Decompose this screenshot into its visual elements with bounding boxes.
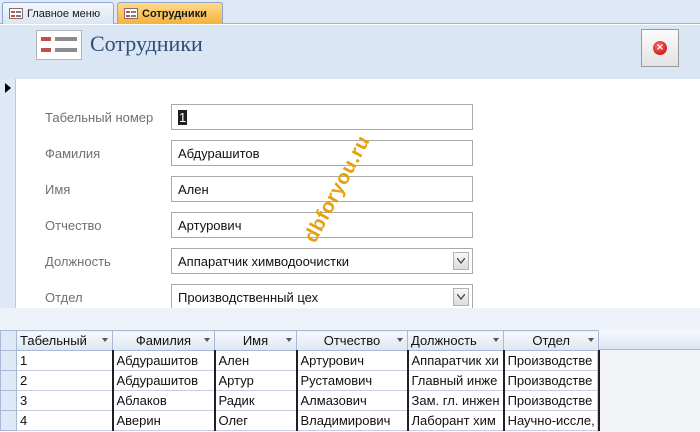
filter-arrow-icon[interactable] [102,338,108,342]
department-dropdown-button[interactable] [453,288,469,306]
table-cell[interactable]: Главный инже [406,370,505,391]
tab-employees[interactable]: Сотрудники [117,2,223,24]
filter-arrow-icon[interactable] [493,338,500,342]
table-row[interactable]: 2 Абдурашитов Артур Рустамович Главный и… [0,370,600,391]
position-label: Должность [45,254,111,269]
table-row[interactable]: 4 Аверин Олег Владимирович Лаборант хим … [0,410,600,431]
tab-label: Главное меню [27,7,101,20]
patronymic-label: Отчество [45,218,102,233]
table-row[interactable]: 3 Аблаков Радик Алмазович Зам. гл. инжен… [0,390,600,411]
table-cell[interactable]: Производстве [502,370,600,391]
close-form-button[interactable]: × [641,29,679,67]
datasheet-table: Табельный Фамилия Имя Отчество Должность… [0,330,600,431]
column-header[interactable]: Отдел [503,330,600,351]
row-selector[interactable] [0,350,17,371]
table-cell[interactable]: Производстве [502,350,600,371]
row-selector[interactable] [0,390,17,411]
table-cell[interactable]: Ален [214,350,297,371]
department-combo[interactable]: Производственный цех [171,284,473,310]
department-label: Отдел [45,290,83,305]
tab-number-label: Табельный номер [45,110,154,125]
table-cell[interactable]: Зам. гл. инжен [406,390,505,411]
datasheet-header-row: Табельный Фамилия Имя Отчество Должность… [0,330,600,351]
row-selector[interactable] [0,370,17,391]
column-header[interactable]: Отчество [296,330,408,351]
field-row-department: Отдел Производственный цех [16,284,700,310]
field-row-tab-number: Табельный номер 1 [16,104,700,130]
table-cell[interactable]: Радик [214,390,297,411]
form-detail: Табельный номер 1 Фамилия Абдурашитов Им… [16,79,700,310]
section-divider [0,308,700,330]
employees-datasheet: Табельный Фамилия Имя Отчество Должность… [0,330,700,432]
form-logo-icon [36,30,82,60]
table-cell[interactable]: Владимирович [295,410,409,431]
close-icon: × [653,41,667,55]
filter-arrow-icon[interactable] [397,338,403,342]
table-cell[interactable]: 3 [16,390,113,411]
row-selector[interactable] [0,410,17,431]
column-header[interactable]: Табельный [16,330,113,351]
document-tab-strip: Главное меню Сотрудники [0,0,700,24]
position-dropdown-button[interactable] [453,252,469,270]
filter-arrow-icon[interactable] [286,338,292,342]
table-cell[interactable]: Лаборант хим [406,410,505,431]
select-all-cell[interactable] [0,330,17,351]
table-cell[interactable]: Артур [214,370,297,391]
table-cell[interactable]: Производстве [502,390,600,411]
chevron-down-icon [457,258,465,264]
form-header: Сотрудники × [0,25,700,79]
form-icon [124,8,138,19]
table-cell[interactable]: 2 [16,370,113,391]
table-cell[interactable]: Абдурашитов [111,370,216,391]
page-title: Сотрудники [90,31,203,56]
current-record-arrow-icon [5,83,11,93]
table-row[interactable]: 1 Абдурашитов Ален Артурович Аппаратчик … [0,350,600,371]
column-header[interactable]: Должность [406,330,505,351]
table-cell[interactable]: 1 [16,350,113,371]
tab-number-field[interactable]: 1 [171,104,473,130]
form-icon [9,8,23,19]
table-cell[interactable]: Аверин [111,410,216,431]
table-cell[interactable]: Научно-иссле, [502,410,600,431]
table-cell[interactable]: Алмазович [295,390,409,411]
filter-arrow-icon[interactable] [204,338,210,342]
table-cell[interactable]: Олег [214,410,297,431]
position-combo[interactable]: Аппаратчик химводоочистки [171,248,473,274]
tab-label: Сотрудники [142,7,207,20]
field-row-first-name: Имя Ален [16,176,700,202]
table-cell[interactable]: Аблаков [111,390,216,411]
field-row-position: Должность Аппаратчик химводоочистки [16,248,700,274]
table-cell[interactable]: 4 [16,410,113,431]
last-name-label: Фамилия [45,146,101,161]
column-header[interactable]: Фамилия [112,330,215,351]
table-cell[interactable]: Абдурашитов [111,350,216,371]
table-cell[interactable]: Аппаратчик хи [406,350,505,371]
department-value: Производственный цех [178,290,319,305]
table-cell[interactable]: Рустамович [295,370,409,391]
first-name-label: Имя [45,182,71,197]
record-selector[interactable] [0,79,16,308]
column-header[interactable]: Имя [214,330,297,351]
tab-main-menu[interactable]: Главное меню [2,2,114,24]
filter-arrow-icon[interactable] [588,338,595,342]
field-row-patronymic: Отчество Артурович [16,212,700,238]
chevron-down-icon [457,294,465,300]
table-cell[interactable]: Артурович [295,350,409,371]
position-value: Аппаратчик химводоочистки [178,254,350,269]
last-name-field[interactable]: Абдурашитов [171,140,473,166]
